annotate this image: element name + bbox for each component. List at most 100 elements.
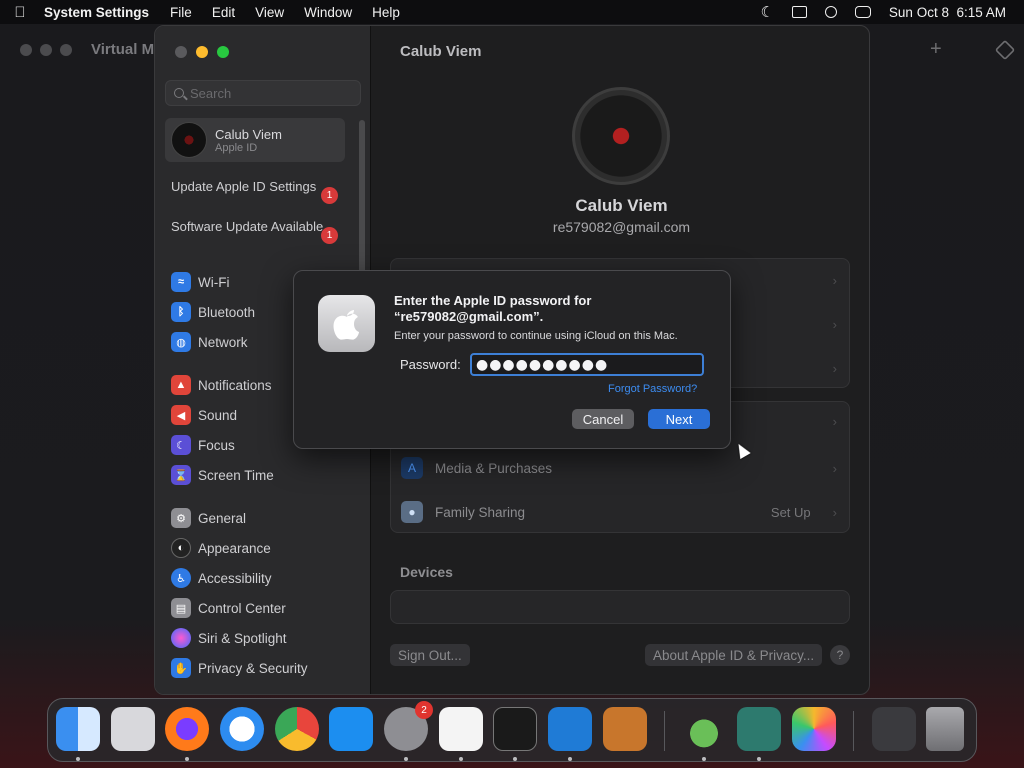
close-button[interactable]: [175, 46, 187, 58]
window-icon[interactable]: [791, 6, 807, 18]
chevron-right-icon: ›: [832, 361, 837, 376]
sidebar-item-appearance[interactable]: ◐ Appearance: [171, 537, 271, 559]
sign-out-button[interactable]: Sign Out...: [390, 644, 470, 666]
about-apple-id-button[interactable]: About Apple ID & Privacy...: [645, 644, 823, 666]
dock-firefox-icon[interactable]: [165, 707, 209, 751]
sidebar-item-network[interactable]: ◍ Network: [171, 331, 248, 353]
dock-app-store-icon[interactable]: [329, 707, 373, 751]
bluetooth-icon: ᛒ: [171, 302, 191, 322]
search-field[interactable]: Search: [165, 80, 361, 106]
dock-finder-icon[interactable]: [56, 707, 100, 751]
cancel-button[interactable]: Cancel: [572, 409, 634, 429]
dialog-title: Enter the Apple ID password for “re57908…: [394, 293, 592, 324]
dock-chrome-icon[interactable]: [275, 707, 319, 751]
gear-icon: ⚙: [171, 508, 191, 528]
page-title: Calub Viem: [400, 43, 482, 60]
plus-icon[interactable]: +: [930, 38, 942, 61]
dock-trash-icon[interactable]: [926, 707, 964, 751]
dock-archive-utility-icon[interactable]: [737, 707, 781, 751]
forgot-password-link[interactable]: Forgot Password?: [608, 383, 697, 395]
vm-close-button[interactable]: [20, 44, 32, 56]
profile-email: re579082@gmail.com: [552, 219, 691, 235]
chevron-right-icon: ›: [832, 273, 837, 288]
sidebar-item-siri-spotlight[interactable]: Siri & Spotlight: [171, 627, 287, 649]
sidebar-item-screen-time[interactable]: ⌛ Screen Time: [171, 464, 274, 486]
row-value: Set Up: [770, 504, 811, 520]
cube-icon[interactable]: [994, 39, 1016, 61]
menu-clock[interactable]: Sun Oct 8 6:15 AM: [889, 5, 1006, 20]
profile-name: Calub Viem: [575, 196, 668, 215]
sidebar-item-bluetooth[interactable]: ᛒ Bluetooth: [171, 301, 255, 323]
moon-icon[interactable]: ☾: [760, 3, 773, 21]
sidebar-item-focus[interactable]: ☾ Focus: [171, 434, 235, 456]
dock-running-indicator: [459, 757, 463, 761]
search-icon[interactable]: [824, 6, 837, 18]
sidebar-item-wifi[interactable]: ≈ Wi-Fi: [171, 271, 229, 293]
menu-help[interactable]: Help: [362, 5, 410, 20]
globe-icon: ◍: [171, 332, 191, 352]
menu-edit[interactable]: Edit: [202, 5, 245, 20]
dock-downloads-icon[interactable]: [872, 707, 916, 751]
dock-launchpad-icon[interactable]: [111, 707, 155, 751]
sidebar-item-accessibility[interactable]: ♿ Accessibility: [171, 567, 272, 589]
sidebar-item-label: Siri & Spotlight: [198, 630, 287, 646]
row-label: Family Sharing: [435, 504, 526, 520]
account-subtitle: Apple ID: [215, 141, 258, 154]
menu-app-name[interactable]: System Settings: [40, 5, 160, 20]
control-center-icon: ▤: [171, 598, 191, 618]
menu-window[interactable]: Window: [294, 5, 362, 20]
apple-menu-icon[interactable]: : [0, 4, 40, 21]
help-button[interactable]: ?: [830, 645, 850, 665]
dock-vscode-icon[interactable]: [548, 707, 592, 751]
sidebar-item-notifications[interactable]: ▲ Notifications: [171, 374, 272, 396]
password-dialog: Enter the Apple ID password for “re57908…: [293, 270, 731, 449]
wifi-icon: ≈: [171, 272, 191, 292]
hourglass-icon: ⌛: [171, 465, 191, 485]
dock: 2: [47, 698, 977, 762]
row-family-sharing[interactable]: ● Family Sharing Set Up ›: [391, 490, 849, 534]
sidebar-item-label: Screen Time: [198, 467, 274, 483]
sidebar-item-general[interactable]: ⚙ General: [171, 507, 246, 529]
family-icon: ●: [401, 501, 423, 523]
menu-file[interactable]: File: [160, 5, 202, 20]
sidebar-apple-id-account[interactable]: Calub Viem Apple ID: [165, 118, 345, 162]
dock-safari-icon[interactable]: [220, 707, 264, 751]
appearance-icon: ◐: [171, 538, 191, 558]
minimize-button[interactable]: [196, 46, 208, 58]
profile-avatar[interactable]: [572, 87, 670, 185]
sidebar-item-privacy-security[interactable]: ✋ Privacy & Security: [171, 657, 308, 679]
dock-textedit-icon[interactable]: [439, 707, 483, 751]
dock-terminal-icon[interactable]: [493, 707, 537, 751]
sidebar-item-label: Network: [198, 334, 248, 350]
zoom-button[interactable]: [217, 46, 229, 58]
vm-minimize-button[interactable]: [40, 44, 52, 56]
dock-separator: [664, 711, 665, 751]
devices-panel: [390, 590, 850, 624]
dock-installer-icon[interactable]: [682, 707, 726, 751]
dock-garageband-icon[interactable]: [603, 707, 647, 751]
next-button[interactable]: Next: [648, 409, 710, 429]
sidebar-item-label: Focus: [198, 437, 235, 453]
sidebar-item-label: General: [198, 510, 247, 526]
dock-running-indicator: [404, 757, 408, 761]
control-center-icon[interactable]: [854, 6, 871, 18]
dock-running-indicator: [185, 757, 189, 761]
dock-separator: [853, 711, 854, 751]
chevron-right-icon: ›: [832, 504, 837, 520]
dock-photos-icon[interactable]: [792, 707, 836, 751]
sidebar-scroll-thumb[interactable]: [359, 120, 365, 290]
dock-running-indicator: [757, 757, 761, 761]
menu-view[interactable]: View: [245, 5, 294, 20]
dock-running-indicator: [513, 757, 517, 761]
dock-settings-badge: 2: [415, 701, 433, 719]
dock-running-indicator: [702, 757, 706, 761]
accessibility-icon: ♿: [171, 568, 191, 588]
row-media-purchases[interactable]: A Media & Purchases ›: [391, 446, 849, 490]
sidebar-item-sound[interactable]: ◀ Sound: [171, 404, 237, 426]
vm-zoom-button[interactable]: [60, 44, 72, 56]
notice-badge: 1: [321, 187, 338, 204]
dialog-subtitle: Enter your password to continue using iC…: [394, 330, 678, 342]
notice-badge: 1: [321, 227, 338, 244]
sidebar-item-control-center[interactable]: ▤ Control Center: [171, 597, 286, 619]
password-field[interactable]: [470, 353, 704, 376]
